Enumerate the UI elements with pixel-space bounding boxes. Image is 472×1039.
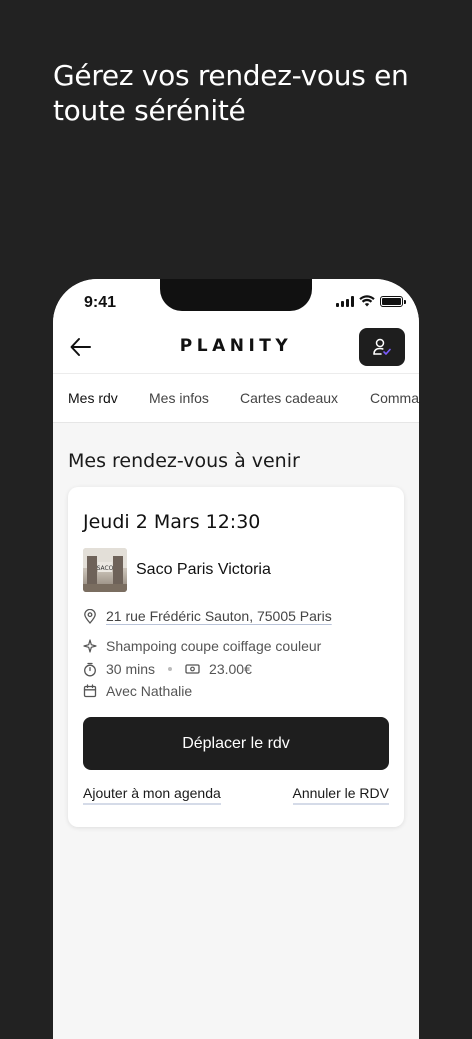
profile-button[interactable]	[359, 328, 405, 366]
reschedule-button[interactable]: Déplacer le rdv	[83, 717, 389, 770]
service-name: Shampoing coupe coiffage couleur	[106, 638, 322, 654]
staff-row: Avec Nathalie	[83, 683, 192, 699]
status-time: 9:41	[84, 294, 117, 311]
signal-icon	[336, 295, 354, 307]
phone-notch	[160, 279, 312, 311]
svg-text:SACO: SACO	[97, 565, 114, 572]
section-title: Mes rendez-vous à venir	[68, 450, 300, 472]
tab-mes-infos[interactable]: Mes infos	[149, 374, 209, 422]
phone-frame: 9:41 PLANITY Mes rdv Mes infos Cartes ca…	[53, 279, 419, 1039]
headline: Gérez vos rendez-vous en toute sérénité	[53, 59, 409, 127]
address-link[interactable]: 21 rue Frédéric Sauton, 75005 Paris	[106, 608, 332, 624]
tab-bar: Mes rdv Mes infos Cartes cadeaux Comma	[53, 373, 419, 423]
tab-commandes[interactable]: Comma	[370, 374, 419, 422]
profile-check-icon	[373, 338, 391, 355]
separator-dot	[168, 667, 173, 671]
service-row: Shampoing coupe coiffage couleur	[83, 638, 321, 654]
calendar-icon	[83, 684, 97, 698]
address-row: 21 rue Frédéric Sauton, 75005 Paris	[83, 608, 332, 624]
salon-name[interactable]: Saco Paris Victoria	[136, 561, 271, 579]
cash-icon	[185, 664, 200, 674]
duration: 30 mins	[106, 661, 156, 677]
staff-name: Avec Nathalie	[106, 683, 193, 699]
location-pin-icon	[84, 608, 96, 624]
cancel-appointment-link[interactable]: Annuler le RDV	[292, 785, 389, 805]
duration-price-row: 30 mins 23.00€	[83, 661, 252, 677]
status-icons	[336, 295, 406, 307]
sparkle-icon	[83, 639, 97, 653]
add-to-calendar-link[interactable]: Ajouter à mon agenda	[83, 785, 221, 805]
price: 23.00€	[209, 661, 252, 677]
wifi-icon	[359, 295, 375, 307]
appointment-card: Jeudi 2 Mars 12:30 SACO Saco Paris Victo…	[68, 487, 404, 827]
salon-thumbnail: SACO	[83, 548, 127, 592]
battery-icon	[380, 295, 406, 307]
tab-cartes-cadeaux[interactable]: Cartes cadeaux	[240, 374, 338, 422]
tab-mes-rdv[interactable]: Mes rdv	[68, 374, 118, 422]
appointment-date: Jeudi 2 Mars 12:30	[83, 511, 261, 533]
timer-icon	[84, 662, 96, 676]
